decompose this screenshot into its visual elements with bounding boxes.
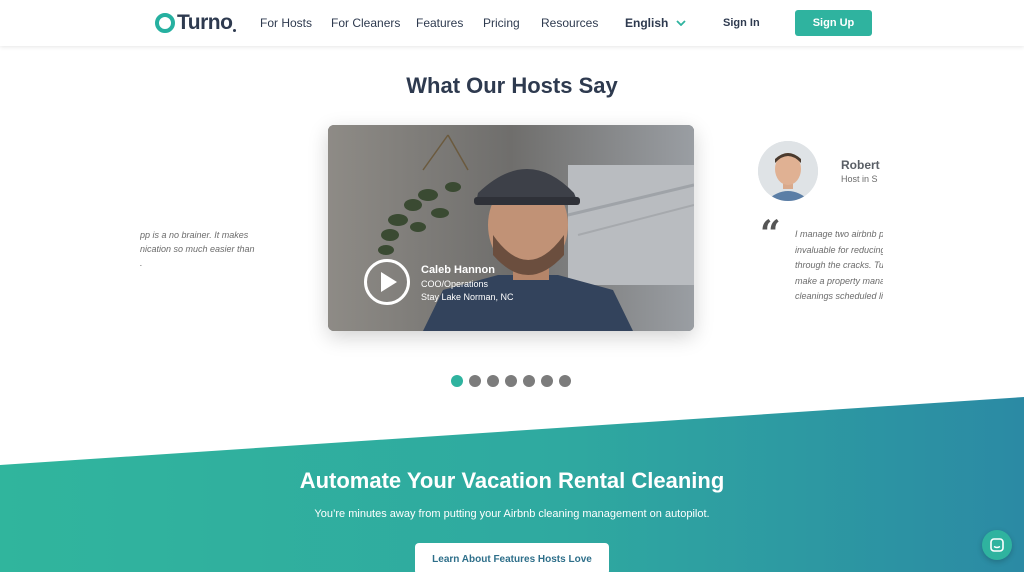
carousel-dot[interactable] xyxy=(523,375,535,387)
play-icon xyxy=(381,272,397,292)
quote-line: pp is a no brainer. It makes xyxy=(140,230,249,240)
video-person-name: Caleb Hannon xyxy=(421,264,495,276)
quote-line: cleanings scheduled lik xyxy=(795,291,883,301)
carousel-dots xyxy=(451,375,571,387)
section-title: What Our Hosts Say xyxy=(406,73,618,98)
carousel-dot[interactable] xyxy=(451,375,463,387)
logo-text: Turno xyxy=(177,11,233,34)
testimonial-quote: I manage two airbnb p invaluable for red… xyxy=(795,227,883,305)
carousel-dot[interactable] xyxy=(505,375,517,387)
chat-button[interactable] xyxy=(982,530,1012,560)
logo-ring-icon xyxy=(155,13,175,33)
top-navbar: Turno For Hosts For Cleaners Features Pr… xyxy=(0,0,1024,46)
learn-features-button[interactable]: Learn About Features Hosts Love xyxy=(415,543,609,572)
carousel-dot[interactable] xyxy=(559,375,571,387)
chat-icon xyxy=(990,538,1004,552)
testimonial-video[interactable]: Caleb Hannon COO/Operations Stay Lake No… xyxy=(328,125,694,331)
left-testimonial-quote: pp is a no brainer. It makes nication so… xyxy=(140,228,280,270)
nav-link-for-cleaners[interactable]: For Cleaners xyxy=(331,16,400,30)
nav-link-pricing[interactable]: Pricing xyxy=(483,16,520,30)
play-button[interactable] xyxy=(364,259,410,305)
testimonial-subtitle: Host in S xyxy=(841,174,878,184)
quote-line: . xyxy=(140,258,143,268)
turno-logo[interactable]: Turno xyxy=(155,11,237,35)
quote-line: invaluable for reducing xyxy=(795,244,883,255)
carousel-dot[interactable] xyxy=(541,375,553,387)
right-testimonial-card: Robert Host in S “ I manage two airbnb p… xyxy=(755,138,883,318)
quote-line: make a property mana xyxy=(795,275,883,286)
language-selector[interactable]: English xyxy=(625,16,686,30)
logo-dot xyxy=(233,28,237,32)
quote-line: nication so much easier than xyxy=(140,244,255,254)
nav-link-for-hosts[interactable]: For Hosts xyxy=(260,16,312,30)
testimonial-name: Robert xyxy=(841,158,880,172)
sign-up-button[interactable]: Sign Up xyxy=(795,10,872,36)
cta-title: Automate Your Vacation Rental Cleaning xyxy=(299,468,725,493)
sign-in-link[interactable]: Sign In xyxy=(723,17,760,29)
quote-icon: “ xyxy=(760,213,781,255)
nav-link-features[interactable]: Features xyxy=(416,16,463,30)
cta-subtitle: You’re minutes away from putting your Ai… xyxy=(314,508,710,520)
language-label: English xyxy=(625,16,669,30)
video-person-role: COO/Operations xyxy=(421,279,489,289)
quote-line: through the cracks. Tu xyxy=(795,260,883,270)
carousel-dot[interactable] xyxy=(487,375,499,387)
carousel-dot[interactable] xyxy=(469,375,481,387)
quote-line: I manage two airbnb p xyxy=(795,229,883,239)
chevron-down-icon xyxy=(676,20,686,26)
video-person-location: Stay Lake Norman, NC xyxy=(421,292,514,302)
avatar xyxy=(758,141,818,201)
nav-link-resources[interactable]: Resources xyxy=(541,16,598,30)
